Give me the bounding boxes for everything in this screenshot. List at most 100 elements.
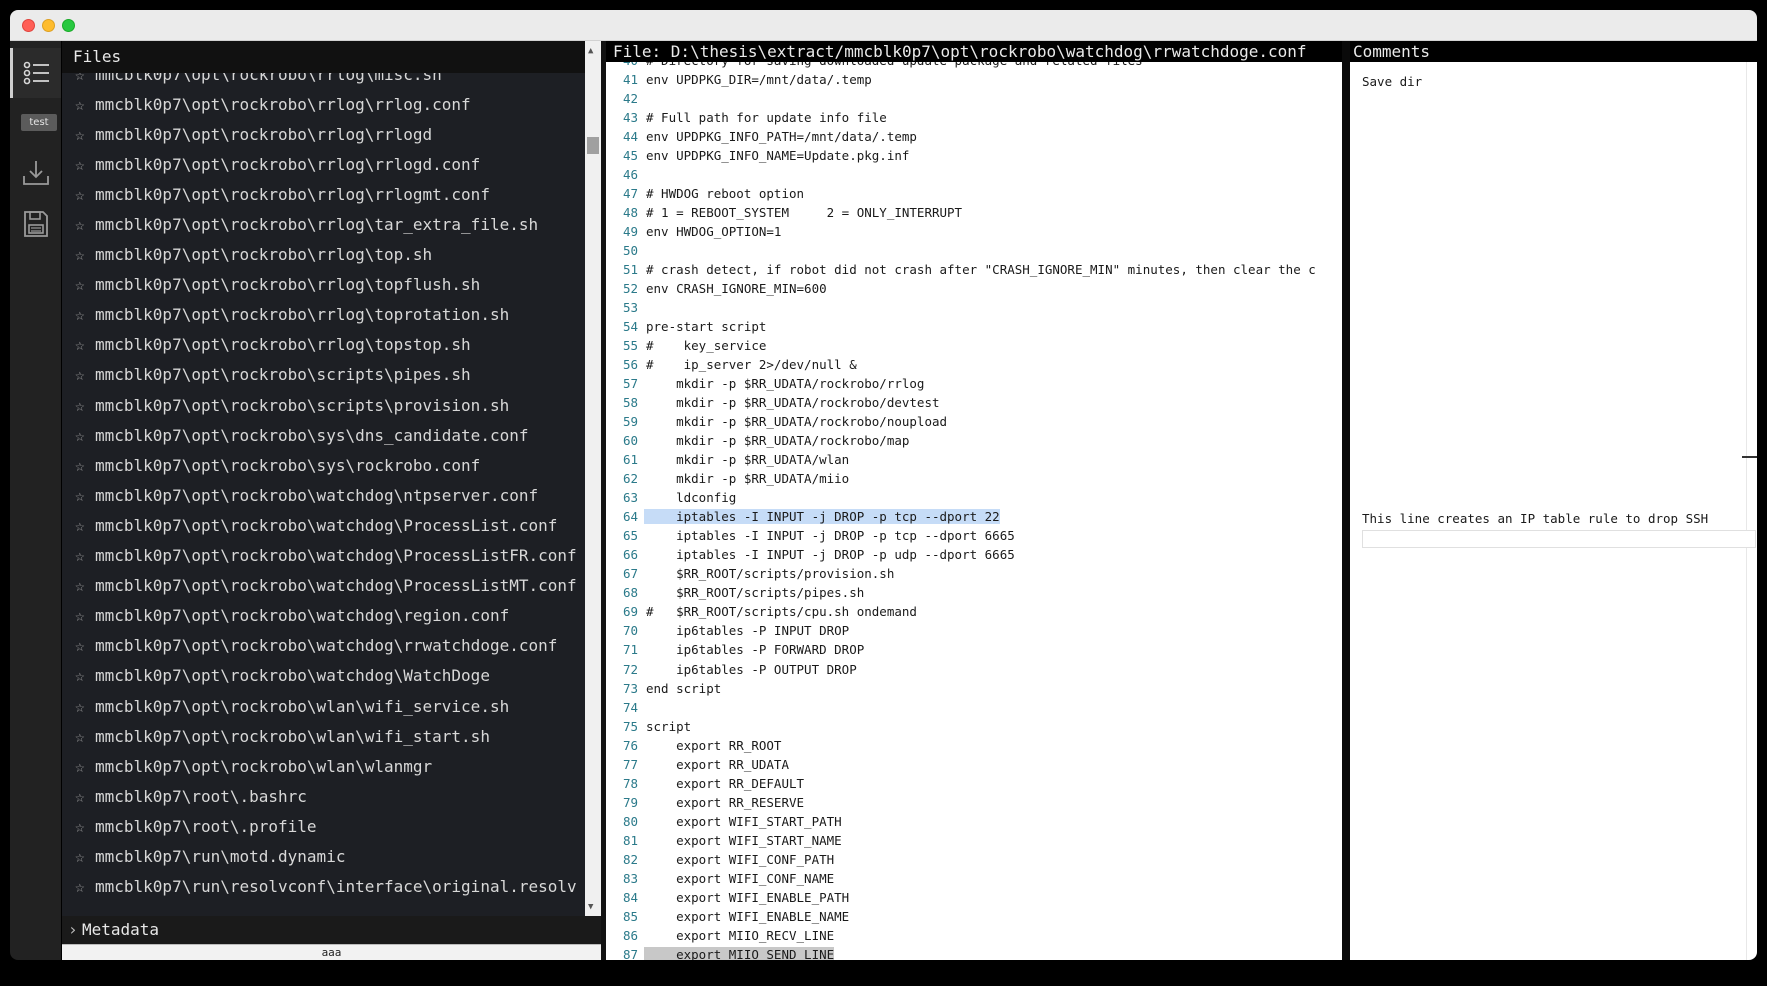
file-list-item[interactable]: ☆ mmcblk0p7\root\.bashrc	[62, 781, 585, 811]
file-list-item[interactable]: ☆ mmcblk0p7\opt\rockrobo\rrlog\topflush.s…	[62, 270, 585, 300]
file-list-item[interactable]: ☆ mmcblk0p7\opt\rockrobo\sys\dns_candidat…	[62, 420, 585, 450]
file-list-item[interactable]: ☆ mmcblk0p7\run\resolvconf\interface\orig…	[62, 872, 585, 902]
file-list-item[interactable]: ☆ mmcblk0p7\run\motd.dynamic	[62, 841, 585, 871]
close-window-button[interactable]	[22, 19, 35, 32]
code-line[interactable]: 80 export WIFI_START_PATH	[606, 812, 1342, 831]
star-icon[interactable]: ☆	[75, 185, 95, 204]
code-line[interactable]: 68 $RR_ROOT/scripts/pipes.sh	[606, 583, 1342, 602]
code-line[interactable]: 47 # HWDOG reboot option	[606, 184, 1342, 203]
star-icon[interactable]: ☆	[75, 426, 95, 445]
code-line[interactable]: 57 mkdir -p $RR_UDATA/rockrobo/rrlog	[606, 374, 1342, 393]
code-line[interactable]: 58 mkdir -p $RR_UDATA/rockrobo/devtest	[606, 393, 1342, 412]
files-view-button[interactable]	[10, 48, 61, 98]
code-line[interactable]: 49 env HWDOG_OPTION=1	[606, 222, 1342, 241]
code-line[interactable]: 71 ip6tables -P FORWARD DROP	[606, 640, 1342, 659]
star-icon[interactable]: ☆	[75, 486, 95, 505]
star-icon[interactable]: ☆	[75, 757, 95, 776]
code-line[interactable]: 51 # crash detect, if robot did not crash…	[606, 260, 1342, 279]
star-icon[interactable]: ☆	[75, 73, 95, 84]
file-list-item[interactable]: ☆ mmcblk0p7\opt\rockrobo\rrlog\rrlogd	[62, 119, 585, 149]
code-line[interactable]: 66 iptables -I INPUT -j DROP -p udp --dp…	[606, 545, 1342, 564]
code-line[interactable]: 56 # ip_server 2>/dev/null &	[606, 355, 1342, 374]
file-list-item[interactable]: ☆ mmcblk0p7\opt\rockrobo\wlan\wifi_servic…	[62, 691, 585, 721]
download-button[interactable]	[10, 153, 61, 193]
code-line[interactable]: 82 export WIFI_CONF_PATH	[606, 850, 1342, 869]
star-icon[interactable]: ☆	[75, 155, 95, 174]
code-line[interactable]: 46	[606, 165, 1342, 184]
star-icon[interactable]: ☆	[75, 396, 95, 415]
code-line[interactable]: 48 # 1 = REBOOT_SYSTEM 2 = ONLY_INTERRUPT	[606, 203, 1342, 222]
code-line[interactable]: 60 mkdir -p $RR_UDATA/rockrobo/map	[606, 431, 1342, 450]
scrollbar-thumb[interactable]	[587, 137, 599, 154]
file-list-item[interactable]: ☆ mmcblk0p7\opt\rockrobo\scripts\pipes.sh	[62, 360, 585, 390]
maximize-window-button[interactable]	[62, 19, 75, 32]
star-icon[interactable]: ☆	[75, 546, 95, 565]
file-list-item[interactable]: ☆ mmcblk0p7\opt\rockrobo\sys\rockrobo.con…	[62, 450, 585, 480]
star-icon[interactable]: ☆	[75, 847, 95, 866]
code-line[interactable]: 59 mkdir -p $RR_UDATA/rockrobo/noupload	[606, 412, 1342, 431]
file-list-item[interactable]: ☆ mmcblk0p7\opt\rockrobo\rrlog\tar_extra_…	[62, 209, 585, 239]
star-icon[interactable]: ☆	[75, 817, 95, 836]
code-line[interactable]: 40# Directory for saving downloaded upda…	[606, 62, 1342, 70]
code-line[interactable]: 78 export RR_DEFAULT	[606, 774, 1342, 793]
file-list-item[interactable]: ☆ mmcblk0p7\opt\rockrobo\rrlog\rrlogd.con…	[62, 149, 585, 179]
code-line[interactable]: 86 export MIIO_RECV_LINE	[606, 926, 1342, 945]
code-line[interactable]: 53	[606, 298, 1342, 317]
comment-text[interactable]: This line creates an IP table rule to dr…	[1362, 511, 1708, 526]
file-list-item[interactable]: ☆ mmcblk0p7\opt\rockrobo\wlan\wifi_start.…	[62, 721, 585, 751]
star-icon[interactable]: ☆	[75, 606, 95, 625]
star-icon[interactable]: ☆	[75, 697, 95, 716]
code-editor[interactable]: 40# Directory for saving downloaded upda…	[606, 62, 1342, 960]
code-line[interactable]: 55 # key_service	[606, 336, 1342, 355]
star-icon[interactable]: ☆	[75, 335, 95, 354]
comments-scroll-marker[interactable]	[1742, 456, 1757, 458]
file-list-item[interactable]: ☆ mmcblk0p7\opt\rockrobo\rrlog\topstop.sh	[62, 330, 585, 360]
file-list-item[interactable]: ☆ mmcblk0p7\opt\rockrobo\wlan\wlanmgr	[62, 751, 585, 781]
metadata-section-toggle[interactable]: › Metadata	[62, 916, 601, 944]
star-icon[interactable]: ☆	[75, 125, 95, 144]
code-line[interactable]: 74	[606, 698, 1342, 717]
file-list-item[interactable]: ☆ mmcblk0p7\opt\rockrobo\watchdog\WatchDo…	[62, 661, 585, 691]
file-list-item[interactable]: ☆ mmcblk0p7\opt\rockrobo\rrlog\misc.sh	[62, 73, 585, 89]
code-line[interactable]: 42	[606, 89, 1342, 108]
file-list-item[interactable]: ☆ mmcblk0p7\opt\rockrobo\watchdog\Process…	[62, 541, 585, 571]
code-line[interactable]: 85 export WIFI_ENABLE_NAME	[606, 907, 1342, 926]
save-button[interactable]	[10, 204, 61, 244]
code-line[interactable]: 52 env CRASH_IGNORE_MIN=600	[606, 279, 1342, 298]
code-line[interactable]: 63 ldconfig	[606, 488, 1342, 507]
code-line[interactable]: 44 env UPDPKG_INFO_PATH=/mnt/data/.temp	[606, 127, 1342, 146]
code-line[interactable]: 45 env UPDPKG_INFO_NAME=Update.pkg.inf	[606, 146, 1342, 165]
code-line[interactable]: 84 export WIFI_ENABLE_PATH	[606, 888, 1342, 907]
star-icon[interactable]: ☆	[75, 666, 95, 685]
file-list-item[interactable]: ☆ mmcblk0p7\opt\rockrobo\scripts\provisio…	[62, 390, 585, 420]
code-line[interactable]: 61 mkdir -p $RR_UDATA/wlan	[606, 450, 1342, 469]
comments-scrollbar-track[interactable]	[1746, 62, 1747, 960]
comment-input[interactable]	[1362, 530, 1756, 548]
file-list-item[interactable]: ☆ mmcblk0p7\opt\rockrobo\watchdog\rrwatch…	[62, 631, 585, 661]
code-line[interactable]: 64 iptables -I INPUT -j DROP -p tcp --dp…	[606, 507, 1342, 526]
code-line[interactable]: 41 env UPDPKG_DIR=/mnt/data/.temp	[606, 70, 1342, 89]
code-line[interactable]: 87 export MIIO_SEND_LINE	[606, 945, 1342, 960]
code-line[interactable]: 43 # Full path for update info file	[606, 108, 1342, 127]
code-line[interactable]: 67 $RR_ROOT/scripts/provision.sh	[606, 564, 1342, 583]
minimize-window-button[interactable]	[42, 19, 55, 32]
star-icon[interactable]: ☆	[75, 365, 95, 384]
code-line[interactable]: 75 script	[606, 717, 1342, 736]
scroll-down-arrow-icon[interactable]: ▼	[588, 902, 593, 912]
code-line[interactable]: 81 export WIFI_START_NAME	[606, 831, 1342, 850]
comment-text[interactable]: Save dir	[1362, 74, 1422, 89]
file-list-item[interactable]: ☆ mmcblk0p7\opt\rockrobo\rrlog\rrlog.conf	[62, 89, 585, 119]
code-line[interactable]: 54 pre-start script	[606, 317, 1342, 336]
code-line[interactable]: 76 export RR_ROOT	[606, 736, 1342, 755]
star-icon[interactable]: ☆	[75, 215, 95, 234]
code-line[interactable]: 62 mkdir -p $RR_UDATA/miio	[606, 469, 1342, 488]
code-line[interactable]: 50	[606, 241, 1342, 260]
star-icon[interactable]: ☆	[75, 305, 95, 324]
code-line[interactable]: 79 export RR_RESERVE	[606, 793, 1342, 812]
code-line[interactable]: 69 # $RR_ROOT/scripts/cpu.sh ondemand	[606, 602, 1342, 621]
panel-divider[interactable]	[1342, 41, 1350, 960]
star-icon[interactable]: ☆	[75, 516, 95, 535]
file-list-item[interactable]: ☆ mmcblk0p7\root\.profile	[62, 811, 585, 841]
code-line[interactable]: 72 ip6tables -P OUTPUT DROP	[606, 660, 1342, 679]
code-line[interactable]: 70 ip6tables -P INPUT DROP	[606, 621, 1342, 640]
